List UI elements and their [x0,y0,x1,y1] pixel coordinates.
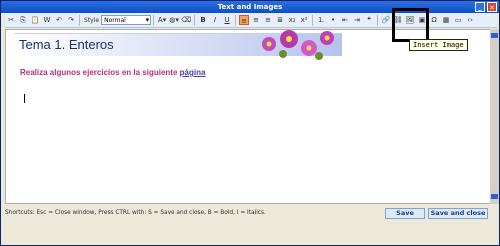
subscript-icon[interactable]: x₂ [287,15,297,25]
copy-icon[interactable]: ⎘ [18,15,28,25]
eraser-icon[interactable]: ⌫ [181,15,191,25]
scroll-up-arrow[interactable] [491,33,498,38]
paragraph-text: Realiza algunos ejercicios en la siguien… [20,68,180,77]
shortcuts-hint: Shortcuts: Esc = Close window, Press CTR… [5,210,266,216]
insert-image-tooltip: Insert Image [409,39,468,51]
toolbar-separator [153,14,155,26]
toolbar-separator [312,14,314,26]
font-color-icon[interactable]: A▾ [157,15,167,25]
redo-icon[interactable]: ↷ [66,15,76,25]
bullet-list-icon[interactable]: • [328,15,338,25]
save-and-close-button[interactable]: Save and close [428,208,488,219]
paste-icon[interactable]: 📋 [30,15,40,25]
special-char-icon[interactable]: Ω [429,15,439,25]
link-icon[interactable]: 🔗 [381,15,391,25]
underline-button[interactable]: U [222,15,232,25]
blockquote-icon[interactable]: ❝ [364,15,374,25]
save-button[interactable]: Save [385,208,425,219]
window-title: Text and Images [217,3,283,11]
toolbar-separator [79,14,80,26]
instruction-paragraph: Realiza algunos ejercicios en la siguien… [20,68,205,77]
style-select[interactable]: Normal [101,15,152,25]
flowers-image [262,30,334,60]
superscript-icon[interactable]: x² [299,15,309,25]
heading-banner: Tema 1. Enteros [14,30,342,60]
footer-bar: Shortcuts: Esc = Close window, Press CTR… [1,206,499,222]
editor-window: Text and Images _ ✕ ✂ ⎘ 📋 W ↶ ↷ Style No… [0,0,500,246]
page-title: Tema 1. Enteros [19,37,114,52]
source-icon[interactable]: ‹› [465,15,475,25]
hr-icon[interactable]: ▭ [453,15,463,25]
cut-icon[interactable]: ✂ [6,15,16,25]
ordered-list-icon[interactable]: ⒈ [316,15,326,25]
align-left-icon[interactable]: ≡ [239,15,250,25]
scroll-down-arrow[interactable] [491,194,498,199]
italic-button[interactable]: I [210,15,220,25]
outer-scrollbar[interactable] [490,29,499,204]
close-button[interactable]: ✕ [487,2,497,12]
pagina-link[interactable]: página [180,68,206,77]
align-right-icon[interactable]: ≡ [263,15,273,25]
outdent-icon[interactable]: ⇤ [340,15,350,25]
text-caret [24,94,25,103]
table-icon[interactable]: ▦ [441,15,451,25]
editor-content-area[interactable]: Tema 1. Enteros Realiza algunos ejercici… [5,29,497,204]
paste-word-icon[interactable]: W [42,15,52,25]
toolbar-separator [377,14,379,26]
bold-button[interactable]: B [198,15,208,25]
minimize-button[interactable]: _ [475,2,485,12]
align-center-icon[interactable]: ≡ [251,15,261,25]
insert-image-highlight-box [392,8,429,42]
toolbar-separator [194,14,196,26]
toolbar-separator [235,14,237,26]
indent-icon[interactable]: ⇥ [352,15,362,25]
justify-icon[interactable]: ≣ [275,15,285,25]
undo-icon[interactable]: ↶ [54,15,64,25]
style-label: Style [84,16,100,24]
bg-color-icon[interactable]: ◍▾ [169,15,179,25]
